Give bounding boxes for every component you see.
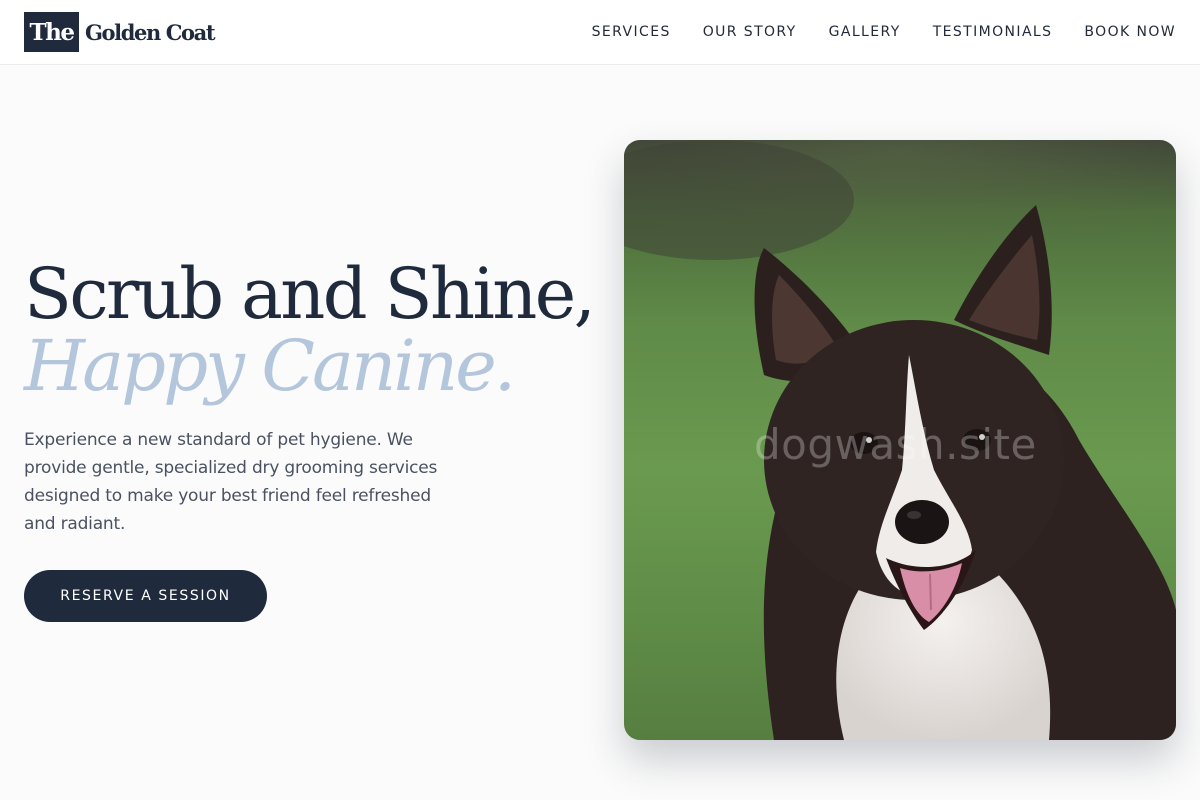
site-header: The Golden Coat SERVICES OUR STORY GALLE… — [0, 0, 1200, 65]
logo-wordmark: Golden Coat — [85, 19, 216, 45]
nav-link-book-now[interactable]: BOOK NOW — [1084, 24, 1176, 40]
nav-link-gallery[interactable]: GALLERY — [829, 24, 901, 40]
hero-description: Experience a new standard of pet hygiene… — [24, 430, 438, 534]
logo-mark: The — [24, 12, 79, 52]
nav-link-testimonials[interactable]: TESTIMONIALS — [933, 24, 1053, 40]
hero-headline: Scrub and Shine, Happy Canine. — [24, 258, 604, 402]
brand-logo[interactable]: The Golden Coat — [24, 12, 216, 52]
hero-headline-line2: Happy Canine. — [24, 325, 516, 407]
nav-link-services[interactable]: SERVICES — [592, 24, 671, 40]
nav-link-our-story[interactable]: OUR STORY — [703, 24, 797, 40]
hero-dog-photo: dogwash.site — [624, 140, 1176, 740]
image-watermark: dogwash.site — [754, 420, 1037, 469]
main-nav: SERVICES OUR STORY GALLERY TESTIMONIALS … — [592, 0, 1176, 64]
hero-headline-line1: Scrub and Shine, — [24, 253, 596, 335]
reserve-session-button[interactable]: RESERVE A SESSION — [24, 570, 267, 622]
